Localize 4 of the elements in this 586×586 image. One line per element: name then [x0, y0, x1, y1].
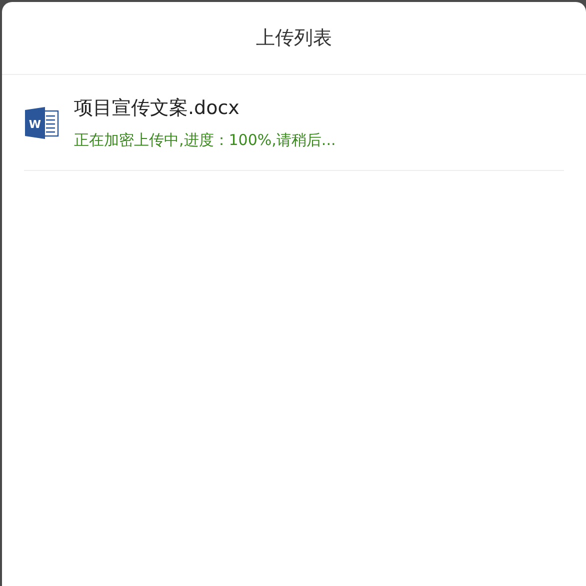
file-name: 项目宣传文案.docx	[74, 96, 240, 121]
upload-status: 正在加密上传中,进度：100%,请稍后...	[74, 130, 336, 150]
panel-title: 上传列表	[256, 26, 332, 51]
file-row[interactable]: W 项目宣传文案.docx 正在加密上传中,进度：100%,请稍后...	[24, 75, 564, 171]
